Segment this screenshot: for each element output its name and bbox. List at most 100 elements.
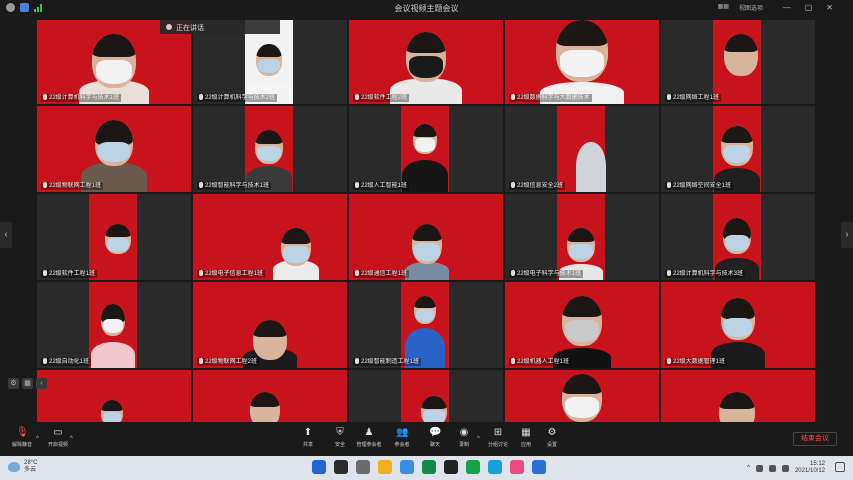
participant-name: 22级电子科学与技术1班: [517, 271, 582, 277]
video-tile[interactable]: 22级数据科学与大数据技术: [505, 20, 659, 104]
video-grid: 22级计算机科学与技术1班 22级计算机科学与技术2班 22级软件工程2班 22…: [37, 20, 816, 422]
video-tile[interactable]: [661, 370, 815, 422]
video-tile[interactable]: 22级机器人工程1班: [505, 282, 659, 368]
cloud-icon: [8, 462, 20, 472]
manage-participants-button[interactable]: ♟ 管理参会者: [353, 427, 385, 449]
video-options-caret[interactable]: ^: [70, 436, 73, 442]
video-tile[interactable]: 22级软件工程2班: [349, 20, 503, 104]
video-tile[interactable]: 22级智能制造工程1班: [349, 282, 503, 368]
participant-name: 22级物联网工程1班: [49, 183, 102, 189]
participant-name: 22级电子信息工程1班: [205, 271, 264, 277]
volume-icon[interactable]: [781, 464, 789, 472]
apps-icon: ▦: [521, 427, 531, 438]
mini-controls: ⚙ ▦ ‹: [8, 378, 47, 389]
taskbar-app-icon[interactable]: [356, 460, 370, 474]
taskbar-app-icon[interactable]: [510, 460, 524, 474]
taskbar-app-icon[interactable]: [334, 460, 348, 474]
participant-name: 22级物联网工程2班: [205, 359, 258, 365]
meeting-app: 会议视频主题会议 ▦▦ 视图选项 — ▢ ✕ 正在讲话 22级计算机科学与技术1…: [0, 0, 853, 480]
next-page-button[interactable]: ›: [841, 222, 853, 248]
participant-name: 22级计算机科学与技术1班: [49, 95, 120, 101]
video-tile[interactable]: 22级软件工程1班: [37, 194, 191, 280]
taskbar-app-icon[interactable]: [444, 460, 458, 474]
time: 15:12: [809, 461, 825, 467]
settings-small-icon[interactable]: ⚙: [8, 378, 19, 389]
record-button[interactable]: ◉ 录制: [448, 427, 480, 449]
video-tile[interactable]: 22级电子科学与技术1班: [505, 194, 659, 280]
close-button[interactable]: ✕: [826, 3, 833, 12]
participant-name: 22级计算机科学与技术2班: [205, 95, 276, 101]
video-tile[interactable]: 22级网络空间安全1班: [661, 106, 815, 192]
participant-name: 22级自动化1班: [49, 359, 90, 365]
settings-button[interactable]: ⚙ 设置: [536, 427, 568, 449]
taskbar-app-icon[interactable]: [312, 460, 326, 474]
taskbar-app-icon[interactable]: [400, 460, 414, 474]
video-tile[interactable]: 22级物联网工程2班: [193, 282, 347, 368]
tray-app-icon[interactable]: [755, 464, 763, 472]
participant-name: 22级信息安全2班: [517, 183, 564, 189]
gear-icon: ⚙: [547, 427, 557, 438]
video-tile[interactable]: 22级大数据管理1班: [661, 282, 815, 368]
share-button[interactable]: ⬆ 共享: [292, 427, 324, 449]
taskbar-app-icon[interactable]: [532, 460, 546, 474]
maximize-button[interactable]: ▢: [805, 3, 813, 12]
breakout-icon: ⊞: [493, 427, 503, 438]
record-options-caret[interactable]: ^: [477, 436, 480, 442]
date: 2021/10/12: [794, 468, 825, 474]
taskbar-app-icon[interactable]: [466, 460, 480, 474]
video-tile[interactable]: [193, 370, 347, 422]
video-tile[interactable]: 22级人工智能1班: [349, 106, 503, 192]
participants-icon: 👥: [396, 427, 409, 438]
participant-name: 22级网络工程1班: [673, 95, 720, 101]
video-tile[interactable]: [505, 370, 659, 422]
video-tile[interactable]: [349, 370, 503, 422]
gallery-view-icon[interactable]: ▦▦: [718, 3, 729, 12]
clock[interactable]: 15:12 2021/10/12: [795, 461, 825, 475]
notification-icon[interactable]: [835, 462, 845, 472]
video-tile[interactable]: 22级计算机科学与技术3班: [661, 194, 815, 280]
windows-taskbar: 28°C 多云 ^ 15:12 2021/10/12: [0, 456, 853, 480]
weather-temp: 28°C: [24, 460, 38, 466]
participant-name: 22级智能制造工程1班: [361, 359, 420, 365]
participant-name: 22级人工智能1班: [361, 183, 408, 189]
video-tile[interactable]: 22级网络工程1班: [661, 20, 815, 104]
view-options[interactable]: ▦▦ 视图选项: [718, 3, 763, 12]
chevron-up-icon[interactable]: ^: [747, 465, 750, 471]
host-icon: ♟: [364, 427, 374, 438]
participants-button[interactable]: 👥 参会者: [386, 427, 418, 449]
video-tile[interactable]: [37, 370, 191, 422]
chat-button[interactable]: 💬 聊天: [419, 427, 451, 449]
share-screen-icon: ⬆: [303, 427, 313, 438]
end-meeting-button[interactable]: 结束会议: [793, 432, 837, 446]
video-tile[interactable]: 22级电子信息工程1班: [193, 194, 347, 280]
video-tile[interactable]: 22级自动化1班: [37, 282, 191, 368]
record-icon: ◉: [459, 427, 469, 438]
taskbar-apps: [312, 460, 546, 474]
view-options-label[interactable]: 视图选项: [739, 3, 763, 12]
video-tile[interactable]: 22级物联网工程1班: [37, 106, 191, 192]
taskbar-app-icon[interactable]: [422, 460, 436, 474]
taskbar-app-icon[interactable]: [378, 460, 392, 474]
grid-small-icon[interactable]: ▦: [22, 378, 33, 389]
speaking-indicator: 正在讲话: [160, 20, 280, 34]
participant-name: 22级机器人工程1班: [517, 359, 570, 365]
participant-name: 22级大数据管理1班: [673, 359, 726, 365]
network-icon[interactable]: [768, 464, 776, 472]
security-button[interactable]: ⛨ 安全: [324, 428, 356, 449]
video-tile[interactable]: 22级信息安全2班: [505, 106, 659, 192]
window-controls: — ▢ ✕: [783, 3, 833, 12]
participant-name: 22级软件工程2班: [361, 95, 408, 101]
weather-desc: 多云: [24, 467, 37, 473]
minimize-button[interactable]: —: [783, 3, 791, 12]
video-tile[interactable]: 22级通信工程1班: [349, 194, 503, 280]
mute-options-caret[interactable]: ^: [36, 436, 39, 442]
camera-off-icon: ▭: [53, 427, 63, 438]
video-tile[interactable]: 22级智能科学与技术1班: [193, 106, 347, 192]
mute-button[interactable]: 🎙 解除静音: [6, 428, 38, 449]
weather-widget[interactable]: 28°C 多云: [8, 460, 37, 474]
meeting-toolbar: 🎙 解除静音 ^ ▭ 开启视频 ^ ⬆ 共享 ⛨ 安全 ♟ 管理参会者 👥 参会…: [0, 424, 853, 456]
prev-page-button[interactable]: ‹: [0, 222, 12, 248]
taskbar-app-icon[interactable]: [488, 460, 502, 474]
collapse-icon[interactable]: ‹: [36, 378, 47, 389]
chat-icon: 💬: [429, 427, 442, 438]
